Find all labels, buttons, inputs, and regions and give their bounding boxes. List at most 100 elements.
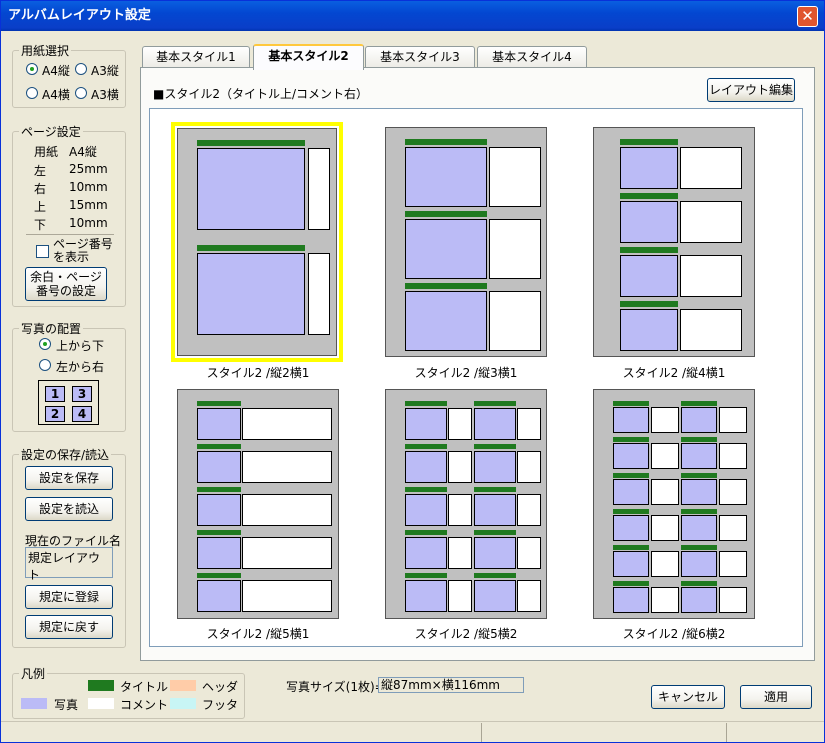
legend-swatch-footer [170,698,196,709]
radio-top-to-bottom[interactable] [39,338,51,350]
margin-left-value: 25mm [69,162,108,176]
title-block [197,401,241,406]
close-button[interactable]: ✕ [797,6,818,27]
tab-basic-style-2[interactable]: 基本スタイル2 [253,44,364,70]
radio-a4-landscape-label: A4横 [42,88,70,102]
layout-thumb-3x1[interactable] [385,127,547,357]
title-block [474,530,516,535]
comment-block [680,147,742,189]
photo-size-label: 写真サイズ(1枚)= [286,680,385,694]
paper-selection-legend: 用紙選択 [21,44,70,58]
title-block [197,140,305,146]
layout-thumb-5x1[interactable] [177,389,339,619]
photo-block [474,537,516,569]
photo-block [681,443,717,469]
thumb-caption-2x1: スタイル2 /縦2横1 [206,366,310,380]
radio-a4-landscape[interactable] [26,87,38,99]
layout-thumb-5x2[interactable] [385,389,547,619]
margin-top-value: 15mm [69,198,108,212]
margin-page-number-button[interactable]: 余白・ページ 番号の設定 [25,267,107,301]
tab-basic-style-1[interactable]: 基本スタイル1 [142,46,250,68]
photo-size-field: 縦87mm×横116mm [378,677,524,693]
radio-a3-portrait[interactable] [75,63,87,75]
title-block [681,509,717,514]
page-settings-divider [26,234,114,235]
radio-left-to-right[interactable] [39,359,51,371]
margin-left-key: 左 [34,164,47,178]
tab-basic-style-4[interactable]: 基本スタイル4 [477,46,587,68]
photo-block [405,580,447,612]
photo-block [620,147,678,189]
margin-bottom-key: 下 [34,218,47,232]
comment-block [651,443,679,469]
window-title: アルバムレイアウト設定 [8,8,151,23]
title-block [405,139,487,145]
photo-block [681,551,717,577]
comment-block [308,253,330,335]
radio-top-to-bottom-label: 上から下 [56,339,105,353]
layout-thumb-6x2[interactable] [593,389,755,619]
radio-a4-portrait[interactable] [26,63,38,75]
radio-left-to-right-label: 左から右 [56,360,105,374]
restore-default-button[interactable]: 規定に戻す [25,615,113,639]
title-block [197,573,241,578]
legend-swatch-header [170,680,196,691]
title-block [474,573,516,578]
photo-block [474,451,516,483]
photo-block [405,147,487,207]
title-block [474,444,516,449]
photo-block [474,408,516,440]
show-page-number-line2: を表示 [53,250,90,264]
comment-block [489,291,541,351]
comment-block [680,309,742,351]
current-file-field: 規定レイアウト [25,547,113,582]
apply-button[interactable]: 適用 [740,685,812,709]
show-page-number-checkbox[interactable] [36,245,49,258]
comment-block [448,580,472,612]
show-page-number-label: ページ番号 を表示 [53,238,113,264]
photo-block [197,580,241,612]
photo-block [197,494,241,526]
comment-block [719,515,747,541]
save-settings-button[interactable]: 設定を保存 [25,466,113,490]
thumb-caption-5x2: スタイル2 /縦5横2 [414,627,518,641]
title-block [681,473,717,478]
comment-block [651,551,679,577]
title-block [613,437,649,442]
legend-label-title: タイトル [120,680,169,694]
photo-block [405,219,487,279]
paper-size-value: A4縦 [69,145,97,159]
layout-thumb-2x1[interactable] [171,122,343,362]
photo-block [681,515,717,541]
title-block [405,573,447,578]
radio-a3-landscape[interactable] [75,87,87,99]
comment-block [308,148,330,230]
radio-a3-landscape-label: A3横 [91,88,119,102]
thumb-caption-4x1: スタイル2 /縦4横1 [622,366,726,380]
load-settings-button[interactable]: 設定を読込 [25,497,113,521]
legend-label-photo: 写真 [54,698,79,712]
legend-legend: 凡例 [21,667,46,681]
title-block [620,301,678,307]
order-cell-3: 3 [72,386,92,402]
layout-thumb-4x1[interactable] [593,127,755,357]
photo-block [613,407,649,433]
margin-button-line1: 余白・ページ [30,270,102,284]
comment-block [517,580,541,612]
title-block [197,530,241,535]
register-default-button[interactable]: 規定に登録 [25,585,113,609]
tab-basic-style-3[interactable]: 基本スタイル3 [365,46,475,68]
comment-block [242,580,332,612]
title-block [620,193,678,199]
cancel-button[interactable]: キャンセル [651,685,725,709]
layout-edit-button[interactable]: レイアウト編集 [707,78,795,102]
comment-block [489,219,541,279]
photo-block [620,309,678,351]
photo-block [405,451,447,483]
legend-label-comment: コメント [120,698,169,712]
title-block [405,211,487,217]
photo-block [197,451,241,483]
paper-size-key: 用紙 [34,145,59,159]
photo-block [405,408,447,440]
comment-block [448,537,472,569]
